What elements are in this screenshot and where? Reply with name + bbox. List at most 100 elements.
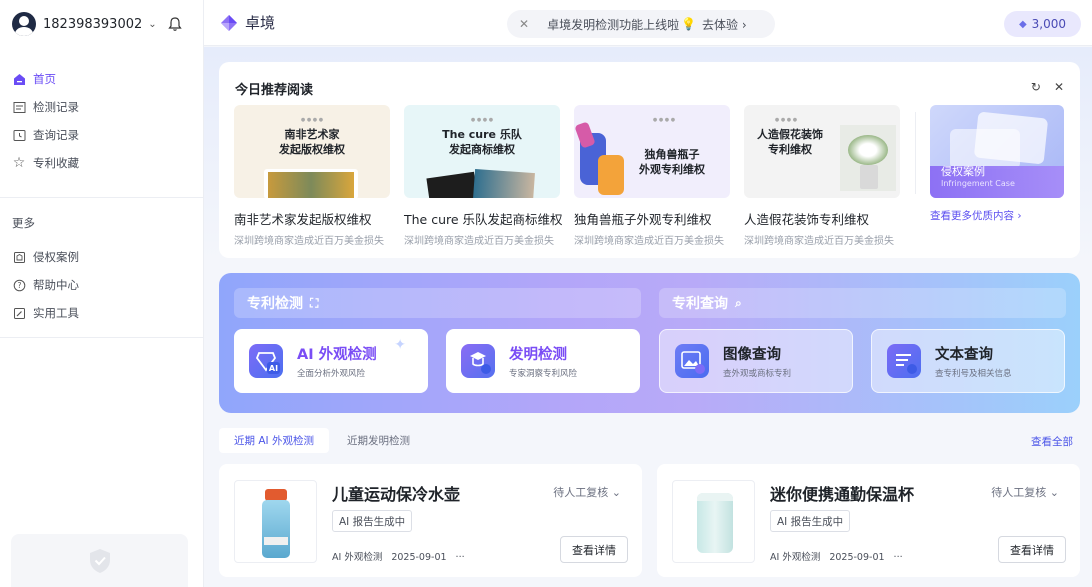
article-thumbnail: ● ● ● ● The cure 乐队 发起商标维权 <box>404 105 560 198</box>
thumb-caption: 南非艺术家 发起版权维权 <box>279 128 345 156</box>
status-badge: AI 报告生成中 <box>332 510 413 532</box>
chevron-down-icon: ⌄ <box>611 486 621 499</box>
avatar[interactable] <box>12 12 36 36</box>
refresh-icon[interactable]: ↻ <box>1031 80 1041 94</box>
tab-recent-ai-appearance[interactable]: 近期 AI 外观检测 <box>219 428 329 453</box>
help-icon: ? <box>12 278 26 292</box>
article-title: 人造假花装饰专利维权 <box>744 212 870 227</box>
detection-date: 2025-09-01 <box>391 552 447 563</box>
sidebar-item-favorites[interactable]: ☆ 专利收藏 <box>0 149 204 177</box>
sidebar-item-label: 首页 <box>33 72 56 86</box>
detection-type: AI 外观检测 <box>770 552 821 563</box>
invention-check-button[interactable]: 发明检测 专家洞察专利风险 <box>446 329 640 393</box>
review-status-dropdown[interactable]: 待人工复核 ⌄ <box>991 484 1059 500</box>
thumb-tag: ● ● ● ● <box>300 117 324 123</box>
detection-type: AI 外观检测 <box>332 552 383 563</box>
button-subtitle: 查专利号及相关信息 <box>935 369 1012 379</box>
detection-record-card[interactable]: 儿童运动保冷水壶 待人工复核 ⌄ AI 报告生成中 AI 外观检测 2025-09… <box>219 464 642 577</box>
ai-appearance-check-button[interactable]: AI AI 外观检测 全面分析外观风险 ✦ <box>234 329 428 393</box>
announcement-action-link[interactable]: 去体验 › <box>702 16 747 33</box>
article-thumbnail: ● ● ● ● 人造假花装饰 专利维权 <box>744 105 900 198</box>
top-bar: 卓境 ✕ 卓境发明检测功能上线啦 💡 去体验 › ◆ 3,000 <box>204 0 1092 46</box>
chevron-down-icon[interactable]: ⌄ <box>148 19 156 30</box>
case-card-subtitle: Infringement Case <box>941 179 1015 188</box>
announcement-text: 卓境发明检测功能上线啦 <box>547 17 680 32</box>
credits-badge[interactable]: ◆ 3,000 <box>1004 11 1081 37</box>
tool-icon <box>12 306 26 320</box>
ai-icon: AI <box>249 344 283 378</box>
user-menu[interactable]: 182398393002 ⌄ <box>12 11 157 37</box>
infringement-case-card[interactable]: 侵权案例 Infringement Case <box>930 105 1064 198</box>
sidebar-item-tools[interactable]: 实用工具 <box>0 299 204 327</box>
button-subtitle: 查外观或商标专利 <box>723 369 792 379</box>
thumb-caption: 独角兽瓶子 外观专利维权 <box>639 148 705 176</box>
text-query-button[interactable]: 文本查询 查专利号及相关信息 <box>871 329 1065 393</box>
user-phone: 182398393002 <box>43 16 143 32</box>
search-icon: ⌕ <box>735 295 742 310</box>
sidebar-item-records[interactable]: 检测记录 <box>0 93 204 121</box>
sidebar-item-help[interactable]: ? 帮助中心 <box>0 271 204 299</box>
patent-check-title: 专利检测 <box>247 296 303 312</box>
patent-query-title: 专利查询 <box>672 296 728 312</box>
sidebar-item-label: 帮助中心 <box>33 278 79 292</box>
close-icon[interactable]: ✕ <box>519 17 529 31</box>
view-all-link[interactable]: 查看全部 <box>1031 434 1073 449</box>
record-meta: AI 外观检测 2025-09-01 ··· <box>332 549 474 563</box>
image-icon <box>675 344 709 378</box>
lightbulb-icon: 💡 <box>681 17 697 31</box>
sidebar-item-cases[interactable]: 侵权案例 <box>0 243 204 271</box>
record-meta: AI 外观检测 2025-09-01 ··· <box>770 549 912 563</box>
view-details-button[interactable]: 查看详情 <box>560 536 628 563</box>
brand-name: 卓境 <box>245 14 276 32</box>
button-title: 发明检测 <box>509 347 567 363</box>
thumb-tag: ● ● ● ● <box>470 117 494 123</box>
bell-icon[interactable] <box>166 15 184 33</box>
product-name: 迷你便携通勤保温杯 <box>770 485 915 504</box>
home-icon <box>12 72 26 86</box>
diamond-icon: ◆ <box>1018 18 1027 30</box>
announcement-bar[interactable]: ✕ 卓境发明检测功能上线啦 💡 去体验 › <box>507 10 775 38</box>
sidebar-item-label: 实用工具 <box>33 306 79 320</box>
article-card[interactable]: ● ● ● ● The cure 乐队 发起商标维权 The cure 乐队发起商… <box>404 105 563 247</box>
review-status-dropdown[interactable]: 待人工复核 ⌄ <box>553 484 621 500</box>
sidebar-item-label: 专利收藏 <box>33 156 79 170</box>
thumb-caption: 人造假花装饰 专利维权 <box>757 128 823 156</box>
article-title: 独角兽瓶子外观专利维权 <box>574 212 712 227</box>
tab-recent-invention[interactable]: 近期发明检测 <box>332 428 425 453</box>
divider <box>0 337 204 338</box>
article-card[interactable]: ● ● ● ● 南非艺术家 发起版权维权 南非艺术家发起版权维权 深圳跨境商家造成… <box>234 105 390 247</box>
recommend-card: 今日推荐阅读 ↻ ✕ ● ● ● ● 南非艺术家 发起版权维权 南非艺术家发起版权… <box>219 62 1080 258</box>
list-icon <box>12 100 26 114</box>
button-title: 图像查询 <box>723 347 781 363</box>
product-image <box>672 480 755 563</box>
image-query-button[interactable]: 图像查询 查外观或商标专利 <box>659 329 853 393</box>
detection-date: 2025-09-01 <box>829 552 885 563</box>
close-icon[interactable]: ✕ <box>1054 80 1064 94</box>
button-title: 文本查询 <box>935 347 993 363</box>
recommend-tools: ↻ ✕ <box>1031 80 1064 94</box>
more-icon[interactable]: ··· <box>456 552 465 563</box>
sidebar-item-home[interactable]: 首页 <box>0 65 204 93</box>
divider <box>0 197 204 198</box>
primary-nav: 首页 检测记录 查询记录 ☆ 专利收藏 <box>0 65 204 177</box>
patent-check-header: 专利检测 ⛶ <box>234 288 641 318</box>
brand-logo-icon <box>221 14 237 31</box>
article-subtitle: 深圳跨境商家造成近百万美金损失 <box>234 236 384 247</box>
scan-icon: ⛶ <box>310 295 319 310</box>
patent-query-header: 专利查询 ⌕ <box>659 288 1066 318</box>
article-title: 南非艺术家发起版权维权 <box>234 212 372 227</box>
more-icon[interactable]: ··· <box>894 552 903 563</box>
product-image <box>234 480 317 563</box>
brand[interactable]: 卓境 <box>220 12 275 33</box>
view-details-button[interactable]: 查看详情 <box>998 536 1066 563</box>
article-card[interactable]: ● ● ● ● 独角兽瓶子 外观专利维权 独角兽瓶子外观专利维权 深圳跨境商家造成… <box>574 105 730 247</box>
sidebar-item-label: 侵权案例 <box>33 250 79 264</box>
detection-record-card[interactable]: 迷你便携通勤保温杯 待人工复核 ⌄ AI 报告生成中 AI 外观检测 2025-0… <box>657 464 1080 577</box>
more-content-link[interactable]: 查看更多优质内容 › <box>930 208 1022 223</box>
sidebar-promo-card[interactable] <box>11 534 188 587</box>
divider <box>915 112 916 194</box>
sidebar-item-query-history[interactable]: 查询记录 <box>0 121 204 149</box>
svg-text:AI: AI <box>269 364 278 373</box>
thumb-tag: ● ● ● ● <box>652 117 676 123</box>
article-card[interactable]: ● ● ● ● 人造假花装饰 专利维权 人造假花装饰专利维权 深圳跨境商家造成近百… <box>744 105 900 247</box>
